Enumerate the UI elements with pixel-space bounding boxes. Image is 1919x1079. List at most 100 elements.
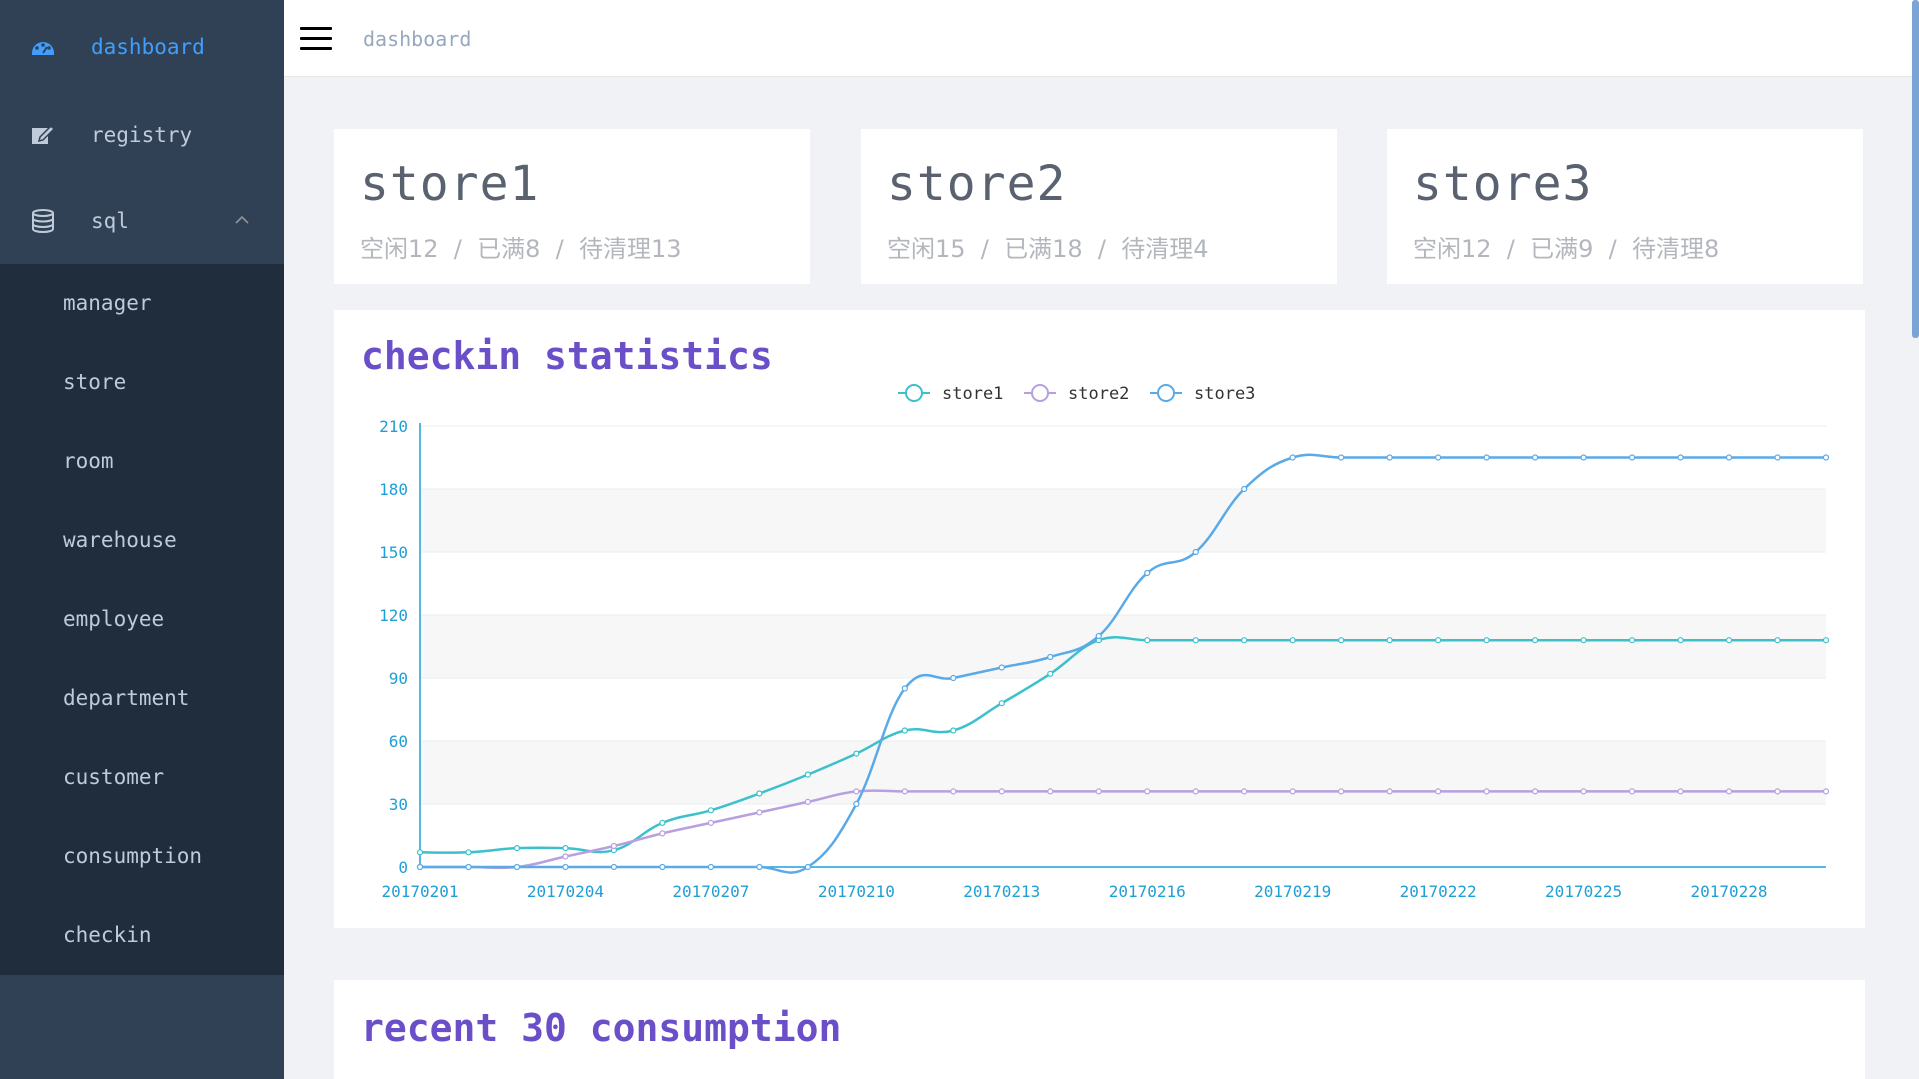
data-point	[804, 863, 811, 871]
data-point	[1725, 454, 1733, 461]
sql-submenu: manager store room warehouse employee de…	[0, 264, 284, 975]
data-point	[1435, 454, 1442, 461]
submenu-item-department[interactable]: department	[0, 659, 284, 738]
data-point	[1386, 454, 1393, 461]
menu-item-sql[interactable]: sql	[0, 177, 284, 265]
dashboard-icon	[32, 42, 54, 55]
data-point	[998, 664, 1005, 671]
data-point	[1047, 653, 1054, 661]
submenu-item-checkin[interactable]: checkin	[0, 896, 284, 975]
submenu-label: store	[63, 370, 127, 394]
data-point	[1483, 637, 1490, 644]
data-point	[1677, 788, 1684, 795]
menu-label-sql: sql	[91, 209, 129, 233]
submenu-label: employee	[63, 607, 165, 631]
submenu-item-store[interactable]: store	[0, 343, 284, 422]
data-point	[853, 800, 860, 808]
legend-swatch-marker	[1157, 384, 1175, 402]
legend-label: store1	[942, 384, 1003, 404]
store-stats: 空闲12 / 已满9 / 待清理8	[1413, 235, 1720, 263]
submenu-label: checkin	[63, 923, 152, 947]
data-point	[853, 788, 860, 795]
sidebar: dashboard registry sql manager store roo…	[0, 0, 284, 1079]
data-point	[610, 863, 618, 871]
submenu-label: warehouse	[63, 528, 177, 552]
data-point	[1386, 788, 1393, 795]
x-tick-label: 20170210	[818, 882, 895, 901]
data-point	[804, 798, 811, 805]
data-point	[1628, 454, 1636, 461]
data-point	[950, 674, 957, 682]
submenu-item-warehouse[interactable]: warehouse	[0, 501, 284, 580]
data-point	[804, 771, 811, 778]
navbar: dashboard	[284, 0, 1919, 77]
menu-item-registry[interactable]: registry	[0, 91, 284, 179]
data-point	[1095, 632, 1102, 640]
menu-item-dashboard[interactable]: dashboard	[0, 3, 284, 91]
hamburger-menu-icon[interactable]	[300, 27, 332, 51]
legend-label: store2	[1068, 384, 1129, 404]
data-point	[1338, 788, 1345, 795]
scrollbar[interactable]	[1912, 0, 1919, 338]
x-tick-label: 20170213	[963, 882, 1040, 901]
submenu-item-customer[interactable]: customer	[0, 738, 284, 817]
store-name: store1	[360, 156, 540, 212]
breadcrumb: dashboard	[363, 27, 472, 51]
data-point	[950, 788, 957, 795]
x-tick-label: 20170204	[527, 882, 604, 901]
x-tick-label: 20170228	[1691, 882, 1768, 901]
data-point	[1289, 788, 1296, 795]
data-point	[1241, 788, 1248, 795]
data-point	[610, 842, 618, 850]
submenu-item-room[interactable]: room	[0, 422, 284, 501]
data-point	[659, 819, 666, 827]
data-point	[1095, 788, 1102, 795]
data-point	[1241, 637, 1248, 644]
database-icon	[32, 209, 54, 233]
submenu-label: customer	[63, 765, 165, 789]
data-point	[950, 727, 957, 734]
checkin-statistics-panel: checkin statistics 0 30 60 90 120 150 180 210 20…	[334, 310, 1865, 928]
data-point	[562, 844, 569, 852]
data-point	[1144, 569, 1151, 577]
data-point	[1725, 788, 1733, 795]
data-point	[416, 849, 424, 856]
y-tick-label: 60	[389, 732, 408, 751]
data-point	[1483, 788, 1490, 795]
data-point	[1144, 637, 1151, 644]
data-point	[707, 863, 714, 871]
data-point	[1774, 637, 1781, 644]
data-point	[1532, 454, 1539, 461]
data-point	[1483, 454, 1490, 461]
data-point	[1628, 788, 1636, 795]
store-card: store1 空闲12 / 已满8 / 待清理13	[334, 129, 810, 284]
data-point	[901, 685, 908, 692]
submenu-label: manager	[63, 291, 152, 315]
menu-label-registry: registry	[91, 123, 193, 147]
store-card: store2 空闲15 / 已满18 / 待清理4	[861, 129, 1337, 284]
store-name: store3	[1413, 156, 1593, 212]
data-point	[1435, 637, 1442, 644]
data-point	[707, 807, 714, 814]
data-point	[998, 700, 1005, 707]
submenu-item-employee[interactable]: employee	[0, 580, 284, 659]
data-point	[1580, 454, 1587, 461]
data-point	[1435, 788, 1442, 795]
submenu-item-consumption[interactable]: consumption	[0, 817, 284, 896]
data-point	[1047, 670, 1054, 677]
data-point	[1628, 637, 1636, 644]
submenu-item-manager[interactable]: manager	[0, 264, 284, 343]
data-point	[1822, 637, 1830, 644]
data-point	[707, 819, 714, 827]
store-card: store3 空闲12 / 已满9 / 待清理8	[1387, 129, 1863, 284]
y-tick-label: 30	[389, 795, 408, 814]
data-point	[1822, 788, 1830, 795]
edit-icon	[32, 124, 56, 144]
y-tick-label: 150	[379, 543, 408, 562]
y-tick-label: 180	[379, 480, 408, 499]
x-tick-label: 20170225	[1545, 882, 1622, 901]
checkin-chart: 0 30 60 90 120 150 180 210 20170201 20170204 20170…	[379, 384, 1830, 901]
data-point	[416, 863, 424, 871]
data-point	[562, 853, 569, 860]
data-point	[1241, 485, 1248, 493]
